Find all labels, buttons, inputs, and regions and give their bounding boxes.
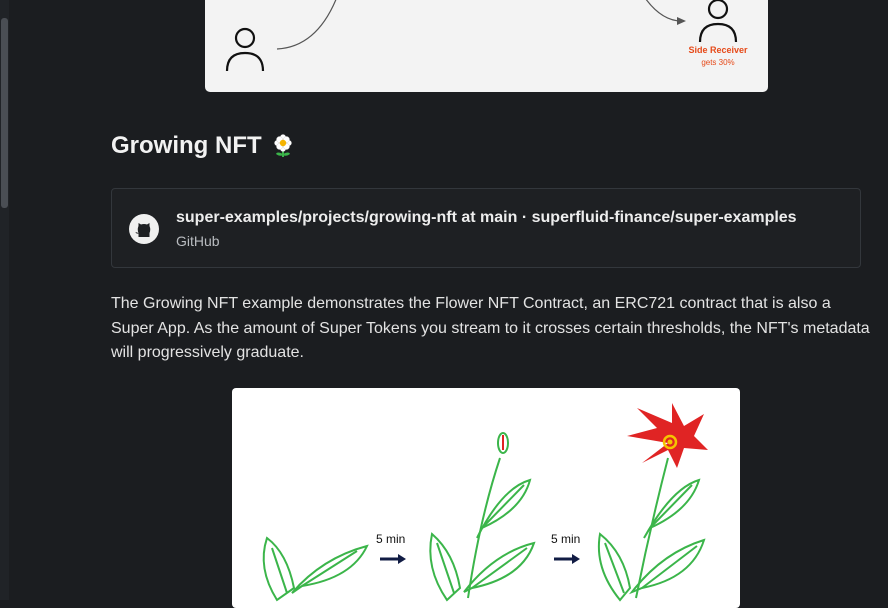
- side-receiver-label: Side Receiver: [688, 45, 748, 55]
- step2-arrow-icon: [554, 554, 580, 564]
- flow-arrow-right: [645, 0, 684, 22]
- stage2-plant: [429, 432, 536, 602]
- stage3-plant: [597, 457, 706, 602]
- arrowhead-icon: [677, 17, 686, 25]
- stage1-plant: [262, 536, 369, 602]
- growing-nft-figure: 5 min 5 min: [232, 388, 740, 608]
- flow-arrow-left: [276, 0, 337, 50]
- diagram-graphics: [225, 0, 738, 72]
- section-heading: Growing NFT: [111, 132, 294, 160]
- description-paragraph: The Growing NFT example demonstrates the…: [111, 295, 870, 361]
- embed-provider: GitHub: [176, 233, 220, 249]
- embed-title-link[interactable]: super-examples/projects/growing-nft at m…: [176, 209, 797, 227]
- github-embed-card[interactable]: super-examples/projects/growing-nft at m…: [111, 188, 861, 268]
- step1-arrow-icon: [380, 554, 406, 564]
- flower-icon: [272, 134, 294, 158]
- bud-icon: [502, 435, 504, 450]
- scrollbar-thumb[interactable]: [1, 18, 8, 208]
- step1-label: 5 min: [376, 532, 406, 546]
- side-receiver-share: gets 30%: [701, 58, 735, 67]
- github-icon: [128, 213, 160, 245]
- section-heading-text: Growing NFT: [111, 132, 262, 159]
- sender-person-icon: [225, 27, 265, 72]
- top-diagram-image: Side Receiver gets 30%: [205, 0, 768, 92]
- scrollbar-track[interactable]: [0, 0, 9, 600]
- receiver-person-icon: [698, 0, 738, 43]
- growth-stages-graphics: [262, 403, 708, 602]
- step2-label: 5 min: [551, 532, 581, 546]
